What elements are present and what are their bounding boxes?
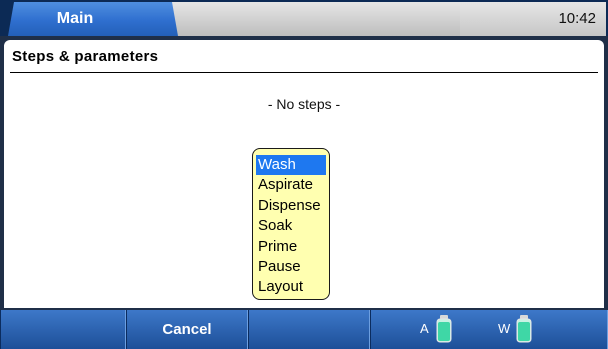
bottom-toolbar: Cancel A W: [0, 310, 608, 349]
status-area: 10:42: [460, 2, 606, 36]
reservoir-a-label: A: [420, 321, 429, 336]
softkey-1[interactable]: [0, 310, 126, 349]
menu-item-soak[interactable]: Soak: [256, 216, 326, 236]
bottle-a-icon: [436, 315, 452, 343]
menu-item-wash[interactable]: Wash: [256, 155, 326, 176]
tab-bar: Main 10:42: [0, 0, 608, 36]
empty-steps-text: - No steps -: [267, 96, 341, 112]
menu-item-aspirate[interactable]: Aspirate: [256, 175, 326, 195]
page-title: Steps & parameters: [12, 48, 159, 65]
tab-main[interactable]: Main: [8, 2, 178, 36]
clock: 10:42: [558, 10, 596, 27]
menu-item-pause[interactable]: Pause: [256, 257, 326, 277]
tab-3[interactable]: [306, 2, 466, 36]
step-type-menu: Wash Aspirate Dispense Soak Prime Pause …: [252, 148, 330, 300]
softkey-3[interactable]: [248, 310, 370, 349]
app-window: Main 10:42 Steps & parameters - No steps…: [0, 0, 608, 349]
menu-item-layout[interactable]: Layout: [256, 277, 326, 297]
menu-item-dispense[interactable]: Dispense: [256, 196, 326, 216]
reservoir-status: [370, 310, 608, 349]
tab-main-label: Main: [56, 10, 94, 27]
tab-2[interactable]: [162, 2, 324, 36]
bottle-w-icon: [516, 315, 532, 343]
cancel-label: Cancel: [162, 321, 212, 338]
cancel-button[interactable]: Cancel: [126, 310, 248, 349]
menu-item-prime[interactable]: Prime: [256, 237, 326, 257]
reservoir-w-label: W: [498, 321, 511, 336]
title-divider: [10, 72, 598, 73]
